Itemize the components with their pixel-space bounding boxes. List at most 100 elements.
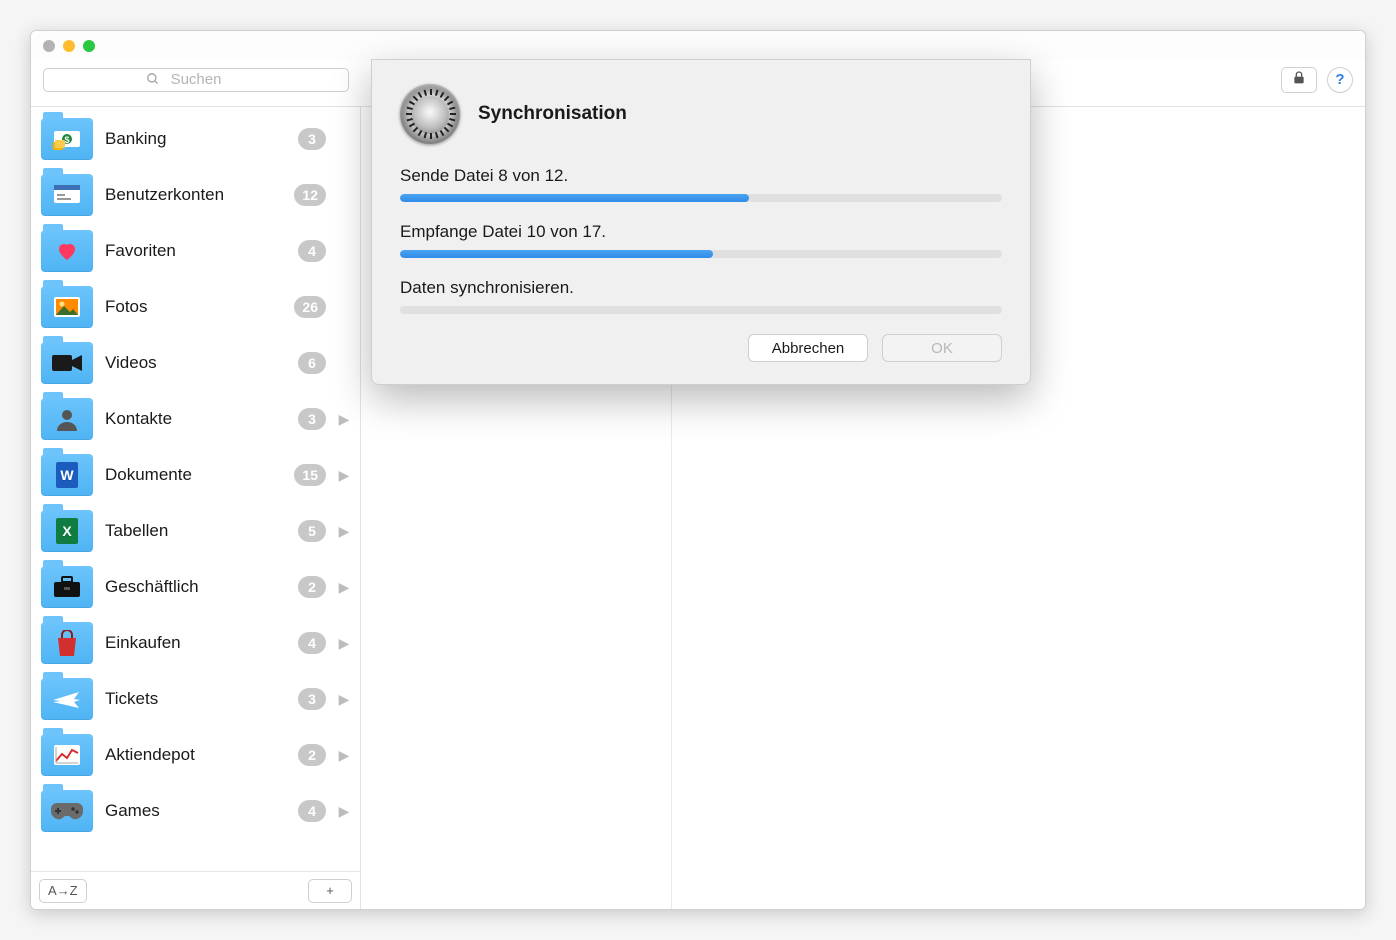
folder-icon: W bbox=[41, 454, 93, 496]
sidebar-item[interactable]: W Dokumente 15 ▶ bbox=[31, 447, 360, 503]
folder-icon bbox=[41, 230, 93, 272]
chevron-right-icon: ▶ bbox=[338, 635, 350, 652]
sync-dialog: Synchronisation Sende Datei 8 von 12. Em… bbox=[371, 59, 1031, 385]
sidebar-item-label: Kontakte bbox=[105, 409, 172, 429]
window-close-button[interactable] bbox=[43, 40, 55, 52]
sidebar-item-label: Geschäftlich bbox=[105, 577, 199, 597]
photo-icon bbox=[53, 296, 81, 318]
plane-icon bbox=[52, 689, 82, 709]
accounts-icon bbox=[53, 184, 81, 206]
chevron-right-icon: ▶ bbox=[338, 691, 350, 708]
add-button[interactable]: + bbox=[308, 879, 352, 903]
sidebar-item-count: 3 bbox=[298, 688, 326, 710]
folder-icon bbox=[41, 678, 93, 720]
sidebar-item[interactable]: Tickets3▶ bbox=[31, 671, 360, 727]
folder-icon bbox=[41, 174, 93, 216]
chevron-right-icon: ▶ bbox=[338, 523, 350, 540]
chevron-right-icon: ▶ bbox=[338, 467, 350, 484]
gamepad-icon bbox=[51, 801, 83, 821]
sidebar-item-label: Tabellen bbox=[105, 521, 168, 541]
sidebar-item[interactable]: Kontakte 3 ▶ bbox=[31, 391, 360, 447]
shopping-bag-icon bbox=[56, 630, 78, 656]
sidebar-item[interactable]: Aktiendepot 2 ▶ bbox=[31, 727, 360, 783]
window-minimize-button[interactable] bbox=[63, 40, 75, 52]
chevron-right-icon: ▶ bbox=[338, 747, 350, 764]
sidebar-item[interactable]: X Tabellen 5 ▶ bbox=[31, 503, 360, 559]
sidebar-item-label: Fotos bbox=[105, 297, 148, 317]
svg-text:X: X bbox=[62, 523, 72, 539]
folder-icon bbox=[41, 734, 93, 776]
sync-progress-label: Daten synchronisieren. bbox=[400, 278, 1002, 298]
video-icon bbox=[52, 353, 82, 373]
spreadsheet-icon: X bbox=[56, 518, 78, 544]
sidebar-item-count: 6 bbox=[298, 352, 326, 374]
dialog-title: Synchronisation bbox=[478, 103, 627, 125]
svg-text:W: W bbox=[60, 467, 74, 483]
sidebar-item-count: 2 bbox=[298, 744, 326, 766]
safe-dial-icon bbox=[400, 84, 460, 144]
sidebar-item-count: 4 bbox=[298, 240, 326, 262]
folder-icon bbox=[41, 342, 93, 384]
sidebar-item[interactable]: Benutzerkonten 12 bbox=[31, 167, 360, 223]
sidebar-list: $ Banking 3 Benutzerkonten 12 Favoriten 4 Fotos… bbox=[31, 107, 360, 871]
stocks-icon bbox=[53, 744, 81, 766]
sidebar-item-label: Banking bbox=[105, 129, 166, 149]
sort-button[interactable]: A→Z bbox=[39, 879, 87, 903]
word-doc-icon: W bbox=[56, 462, 78, 488]
search-input[interactable] bbox=[43, 68, 349, 92]
sidebar-item-label: Aktiendepot bbox=[105, 745, 195, 765]
briefcase-icon bbox=[53, 576, 81, 598]
window-fullscreen-button[interactable] bbox=[83, 40, 95, 52]
sidebar-footer: A→Z + bbox=[31, 871, 360, 909]
folder-icon: X bbox=[41, 510, 93, 552]
lock-button[interactable] bbox=[1281, 67, 1317, 93]
sidebar-item[interactable]: Favoriten 4 bbox=[31, 223, 360, 279]
sidebar-item[interactable]: Games 4 ▶ bbox=[31, 783, 360, 839]
dialog-header: Synchronisation bbox=[400, 84, 1002, 144]
sidebar-item-count: 15 bbox=[294, 464, 326, 486]
chevron-right-icon: ▶ bbox=[338, 579, 350, 596]
send-progress-fill bbox=[400, 194, 749, 202]
money-icon: $ bbox=[53, 128, 81, 150]
contact-icon bbox=[55, 407, 79, 431]
receive-progress-label: Empfange Datei 10 von 17. bbox=[400, 222, 1002, 242]
window-titlebar bbox=[31, 31, 1365, 61]
heart-icon bbox=[54, 239, 80, 263]
receive-progress-bar bbox=[400, 250, 1002, 258]
lock-icon bbox=[1291, 70, 1307, 90]
sidebar-item[interactable]: $ Banking 3 bbox=[31, 111, 360, 167]
dialog-button-row: Abbrechen OK bbox=[400, 334, 1002, 362]
chevron-right-icon: ▶ bbox=[338, 411, 350, 428]
sidebar-item-label: Dokumente bbox=[105, 465, 192, 485]
cancel-button[interactable]: Abbrechen bbox=[748, 334, 868, 362]
sidebar-item-count: 3 bbox=[298, 128, 326, 150]
chevron-right-icon: ▶ bbox=[338, 803, 350, 820]
help-icon: ? bbox=[1335, 71, 1344, 88]
sidebar-item[interactable]: Fotos 26 bbox=[31, 279, 360, 335]
sidebar: $ Banking 3 Benutzerkonten 12 Favoriten 4 Fotos… bbox=[31, 107, 361, 909]
sidebar-item-label: Videos bbox=[105, 353, 157, 373]
sidebar-item[interactable]: Videos 6 bbox=[31, 335, 360, 391]
sidebar-item-label: Benutzerkonten bbox=[105, 185, 224, 205]
sidebar-item-count: 4 bbox=[298, 632, 326, 654]
receive-progress-fill bbox=[400, 250, 713, 258]
sidebar-item-count: 5 bbox=[298, 520, 326, 542]
folder-icon: $ bbox=[41, 118, 93, 160]
send-progress-block: Sende Datei 8 von 12. bbox=[400, 166, 1002, 202]
sidebar-item-label: Favoriten bbox=[105, 241, 176, 261]
sidebar-item-count: 3 bbox=[298, 408, 326, 430]
svg-text:$: $ bbox=[64, 135, 69, 145]
help-button[interactable]: ? bbox=[1327, 67, 1353, 93]
sidebar-item-count: 26 bbox=[294, 296, 326, 318]
receive-progress-block: Empfange Datei 10 von 17. bbox=[400, 222, 1002, 258]
folder-icon bbox=[41, 286, 93, 328]
folder-icon bbox=[41, 566, 93, 608]
sidebar-item-label: Games bbox=[105, 801, 160, 821]
sidebar-item[interactable]: Einkaufen 4 ▶ bbox=[31, 615, 360, 671]
sidebar-item[interactable]: Geschäftlich2▶ bbox=[31, 559, 360, 615]
sidebar-item-count: 4 bbox=[298, 800, 326, 822]
sidebar-item-label: Einkaufen bbox=[105, 633, 181, 653]
sync-progress-block: Daten synchronisieren. bbox=[400, 278, 1002, 314]
ok-button[interactable]: OK bbox=[882, 334, 1002, 362]
sidebar-item-count: 12 bbox=[294, 184, 326, 206]
